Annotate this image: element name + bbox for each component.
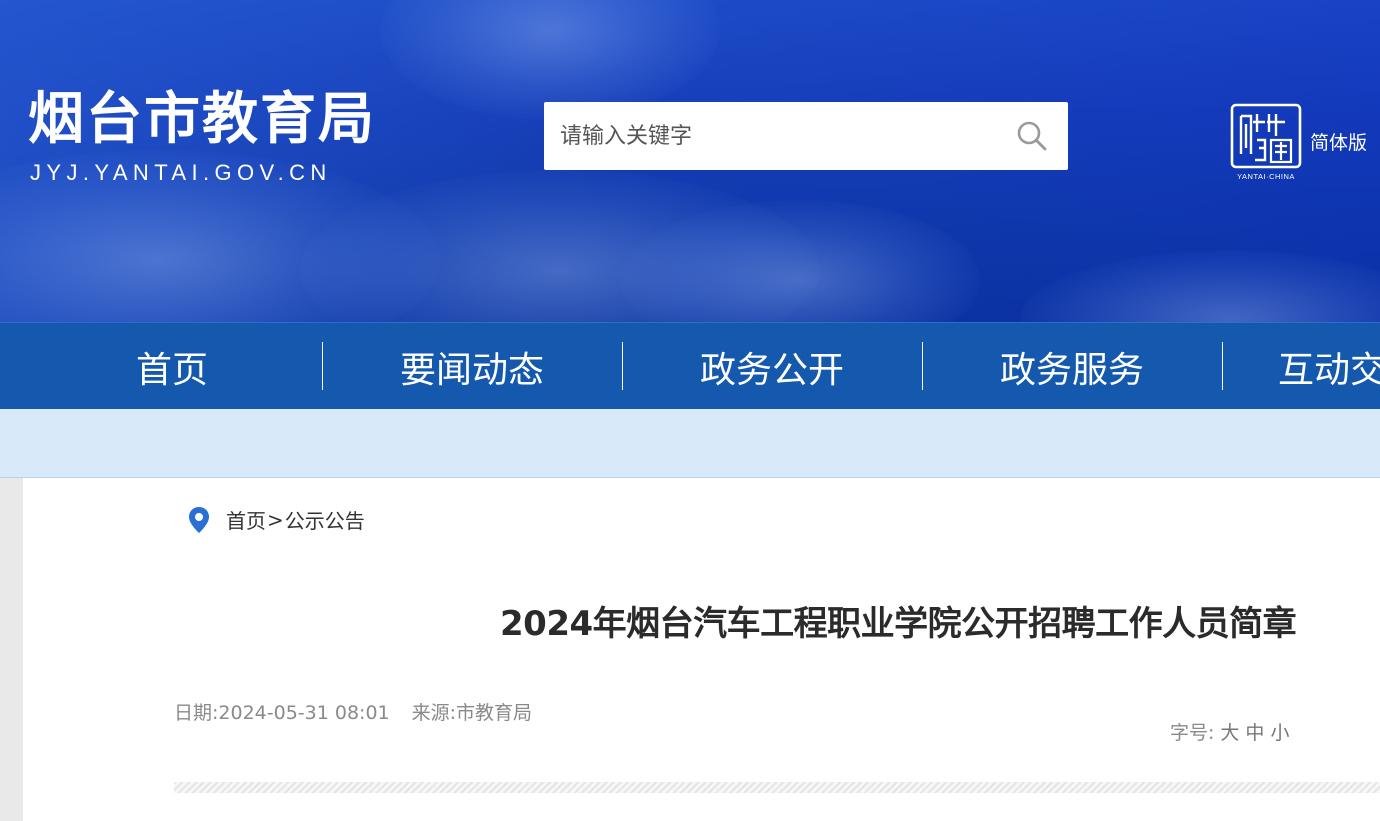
breadcrumb-current-link[interactable]: 公示公告 bbox=[285, 505, 365, 534]
site-title[interactable]: 烟台市教育局 bbox=[28, 92, 376, 148]
article-source: 来源:市教育局 bbox=[411, 702, 533, 724]
nav-divider bbox=[1222, 342, 1223, 390]
article-date: 日期:2024-05-31 08:01 bbox=[174, 702, 390, 724]
search-input[interactable] bbox=[544, 102, 1004, 170]
article-container: 首页 > 公示公告 2024年烟台汽车工程职业学院公开招聘工作人员简章 日期:2… bbox=[23, 478, 1380, 821]
nav-divider bbox=[922, 342, 923, 390]
breadcrumb-separator: > bbox=[267, 507, 284, 532]
location-pin-icon bbox=[189, 506, 209, 533]
seal-caption: YANTAI·CHINA bbox=[1237, 172, 1295, 181]
nav-divider bbox=[622, 342, 623, 390]
nav-item-label: 政务公开 bbox=[699, 349, 844, 391]
nav-item-government-affairs[interactable]: 政务公开 bbox=[600, 323, 900, 410]
article-meta: 日期:2024-05-31 08:01 来源:市教育局 bbox=[174, 698, 532, 725]
search-box bbox=[544, 102, 1068, 170]
nav-divider bbox=[322, 342, 323, 390]
article-title: 2024年烟台汽车工程职业学院公开招聘工作人员简章 bbox=[500, 604, 1297, 644]
nav-item-label: 首页 bbox=[135, 349, 208, 391]
site-domain: JYJ.YANTAI.GOV.CN bbox=[30, 160, 332, 185]
nav-item-government-services[interactable]: 政务服务 bbox=[900, 323, 1200, 410]
header-banner: 烟台市教育局 JYJ.YANTAI.GOV.CN YANTAI·CHINA 简体… bbox=[0, 0, 1380, 322]
breadcrumb-home-link[interactable]: 首页 bbox=[226, 505, 266, 534]
font-size-large-button[interactable]: 大 bbox=[1220, 722, 1239, 744]
hatched-divider bbox=[174, 782, 1380, 793]
nav-item-label: 互动交 bbox=[1278, 349, 1380, 391]
nav-item-news[interactable]: 要闻动态 bbox=[300, 323, 600, 410]
font-size-label: 字号: bbox=[1170, 722, 1215, 744]
sub-nav-bar bbox=[0, 409, 1380, 478]
main-nav: 首页 要闻动态 政务公开 政务服务 互动交 bbox=[0, 322, 1380, 409]
font-size-medium-button[interactable]: 中 bbox=[1245, 722, 1264, 744]
font-size-switcher: 字号: 大中小 bbox=[1170, 718, 1289, 745]
nav-item-label: 政务服务 bbox=[999, 349, 1144, 391]
nav-item-label: 要闻动态 bbox=[399, 349, 544, 391]
breadcrumb: 首页 > 公示公告 bbox=[188, 505, 365, 534]
nav-item-interaction[interactable]: 互动交 bbox=[1200, 323, 1380, 410]
language-switch-link[interactable]: 简体版 bbox=[1310, 128, 1367, 155]
font-size-small-button[interactable]: 小 bbox=[1270, 722, 1289, 744]
nav-item-home[interactable]: 首页 bbox=[0, 323, 300, 410]
search-icon[interactable] bbox=[1014, 118, 1050, 154]
yantai-seal-logo: YANTAI·CHINA bbox=[1230, 103, 1302, 181]
